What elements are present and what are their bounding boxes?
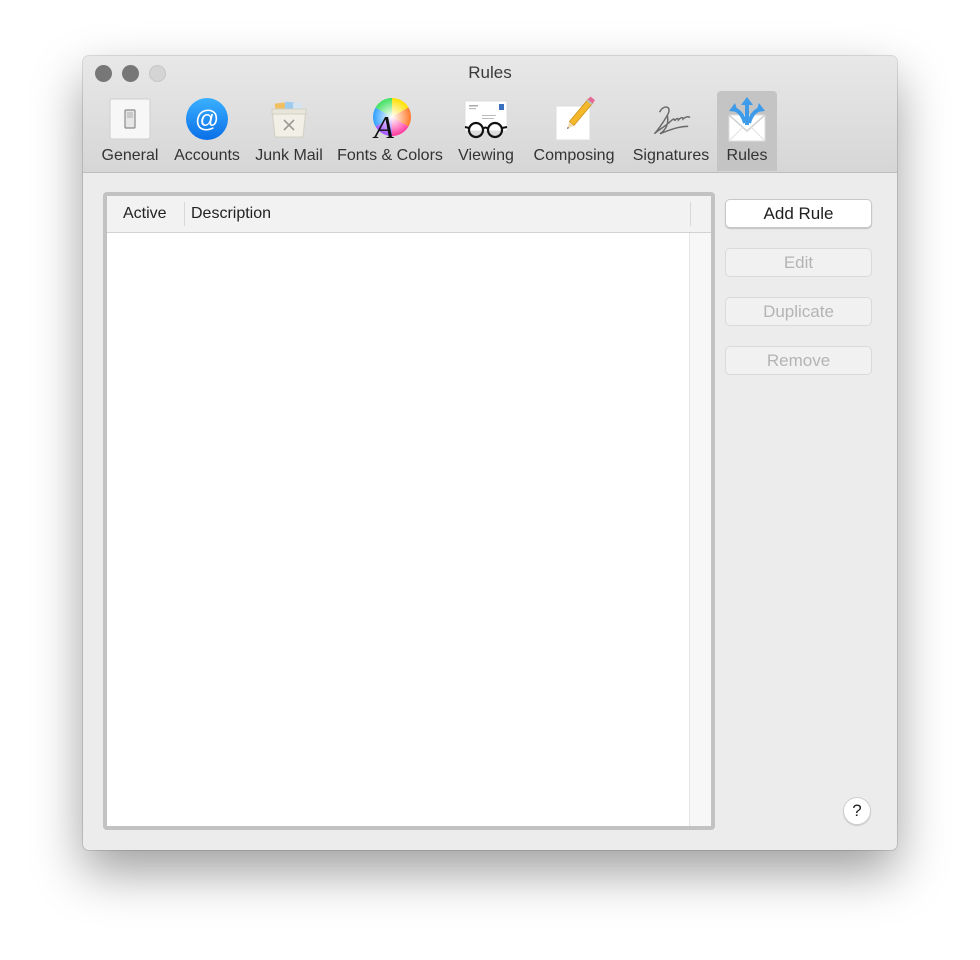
svg-text:A: A [372, 109, 394, 141]
title-bar: Rules General @ Accounts Junk Mail A Fon… [83, 56, 897, 173]
tab-label: Signatures [632, 147, 710, 164]
tab-composing[interactable]: Composing [523, 91, 625, 171]
column-header-description[interactable]: Description [185, 202, 691, 226]
rules-list[interactable] [107, 233, 711, 826]
junk-basket-icon [265, 95, 313, 143]
help-button[interactable]: ? [843, 797, 871, 825]
envelope-arrows-icon [723, 95, 771, 143]
tab-label: General [101, 147, 159, 164]
preferences-toolbar: General @ Accounts Junk Mail A Fonts & C… [93, 89, 777, 171]
tab-junk-mail[interactable]: Junk Mail [247, 91, 331, 171]
window-title: Rules [468, 63, 512, 82]
tab-signatures[interactable]: Signatures [625, 91, 717, 171]
preferences-window: Rules General @ Accounts Junk Mail A Fon… [83, 56, 897, 850]
tab-fonts-colors[interactable]: A Fonts & Colors [331, 91, 449, 171]
remove-button[interactable]: Remove [725, 346, 872, 375]
edit-button[interactable]: Edit [725, 248, 872, 277]
glasses-envelope-icon [462, 95, 510, 143]
at-sign-icon: @ [183, 95, 231, 143]
vertical-scrollbar-track[interactable] [689, 233, 711, 826]
rules-table: Active Description [103, 192, 715, 830]
tab-label: Accounts [174, 147, 240, 164]
pencil-paper-icon [550, 95, 598, 143]
tab-label: Rules [726, 147, 768, 164]
light-switch-icon [106, 95, 154, 143]
tab-accounts[interactable]: @ Accounts [167, 91, 247, 171]
tab-general[interactable]: General [93, 91, 167, 171]
add-rule-button[interactable]: Add Rule [725, 199, 872, 228]
font-color-wheel-icon: A [366, 95, 414, 143]
tab-viewing[interactable]: Viewing [449, 91, 523, 171]
tab-rules[interactable]: Rules [717, 91, 777, 171]
tab-label: Viewing [458, 147, 514, 164]
table-header: Active Description [107, 196, 711, 233]
svg-text:@: @ [195, 106, 219, 133]
tab-label: Fonts & Colors [337, 147, 443, 164]
tab-label: Junk Mail [255, 147, 323, 164]
column-header-active[interactable]: Active [107, 202, 185, 226]
duplicate-button[interactable]: Duplicate [725, 297, 872, 326]
signature-icon [647, 95, 695, 143]
tab-label: Composing [533, 147, 615, 164]
